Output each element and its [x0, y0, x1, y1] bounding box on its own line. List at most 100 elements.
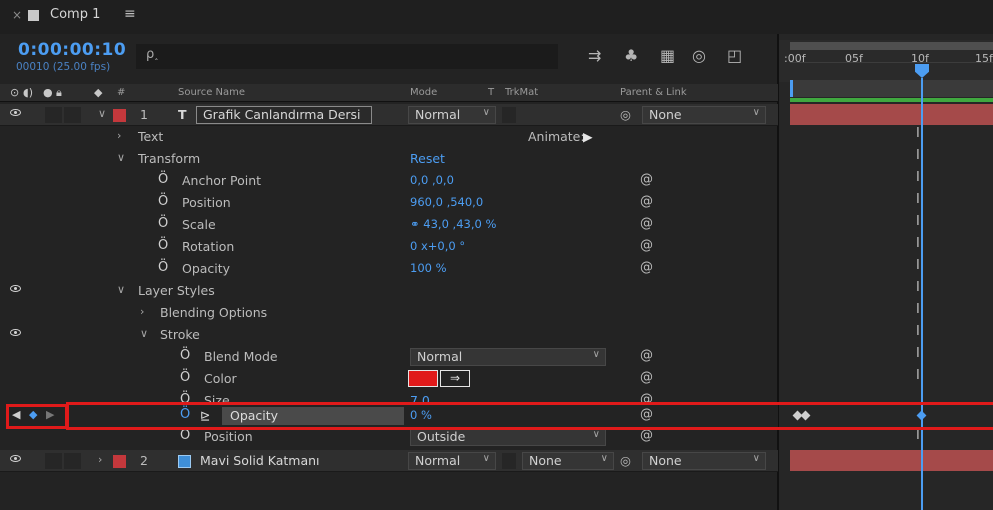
stopwatch-icon[interactable]: Ö [180, 348, 190, 363]
prop-row-position[interactable]: Ö Position 960,0 ,540,0 @ [0, 192, 778, 214]
trkmat-cell[interactable] [502, 453, 516, 469]
opacity-value[interactable]: 100 % [410, 261, 447, 275]
blend-mode-value: Normal [417, 349, 463, 364]
eyedropper-icon[interactable]: ⇒ [440, 370, 470, 387]
collapse-chevron-icon[interactable]: ∨ [140, 327, 148, 340]
prop-opacity-label: Opacity [182, 261, 231, 276]
stroke-position-dropdown[interactable]: Outside ∨ [410, 428, 606, 446]
prop-row-color[interactable]: Ö Color ⇒ @ [0, 368, 778, 390]
source-name-header[interactable]: Source Name [178, 87, 245, 98]
stopwatch-icon[interactable]: Ö [180, 392, 190, 402]
expand-chevron-icon[interactable]: › [140, 305, 144, 318]
lock-icon[interactable]: 🔒︎ [56, 86, 62, 100]
expand-chevron-icon[interactable]: › [98, 453, 102, 466]
visibility-eye-icon[interactable] [10, 285, 21, 292]
blend-mode-dropdown[interactable]: Normal ∨ [410, 348, 606, 366]
parent-dropdown[interactable]: None ∨ [642, 106, 766, 124]
stopwatch-icon[interactable]: Ö [158, 172, 168, 187]
trkmat-dropdown[interactable]: None ∨ [522, 452, 614, 470]
collapse-chevron-icon[interactable]: ∨ [117, 283, 125, 296]
prop-row-blending[interactable]: › Blending Options [0, 302, 778, 324]
layer-name[interactable]: Mavi Solid Katmanı [200, 453, 320, 468]
layer-search-input[interactable] [136, 44, 558, 69]
layer1-duration-bar[interactable] [790, 104, 993, 125]
mode-header[interactable]: Mode [410, 87, 437, 98]
work-area-bar[interactable] [790, 42, 993, 50]
layer2-duration-bar[interactable] [790, 450, 993, 471]
draft-3d-icon[interactable]: ◰ [727, 46, 742, 65]
time-navigator[interactable] [790, 80, 993, 97]
prop-row-opacity[interactable]: Ö Opacity 100 % @ [0, 258, 778, 280]
stroke-color-swatch[interactable] [408, 370, 438, 387]
reset-link[interactable]: Reset [410, 151, 445, 166]
frame-blending-icon[interactable]: ♣ [624, 46, 638, 65]
pickwhip-icon[interactable]: @ [640, 370, 653, 385]
pickwhip-icon[interactable]: @ [640, 260, 653, 275]
size-value[interactable]: 7,0 [410, 393, 430, 402]
comp-tab-title[interactable]: Comp 1 [50, 7, 100, 22]
rotation-value[interactable]: 0 x+0,0 ° [410, 239, 465, 253]
motion-blur-icon[interactable]: ▦ [660, 46, 675, 65]
pickwhip-icon[interactable]: ◎ [620, 453, 631, 468]
audio-toggle-icon[interactable]: ◖) [23, 86, 33, 99]
layer-name-field[interactable]: Grafik Canlandırma Dersi [196, 106, 372, 124]
pickwhip-icon[interactable]: @ [640, 238, 653, 253]
prop-row-transform[interactable]: ∨ Transform Reset [0, 148, 778, 170]
trkmat-header[interactable]: TrkMat [505, 87, 538, 98]
collapse-chevron-icon[interactable]: ∨ [117, 151, 125, 164]
animate-menu-icon[interactable]: ▶ [583, 129, 593, 144]
layer-row-2[interactable]: › 2 Mavi Solid Katmanı Normal ∨ None ∨ ◎ N… [0, 450, 778, 472]
scale-value[interactable]: ⚭ 43,0 ,43,0 % [410, 217, 496, 231]
prop-row-scale[interactable]: Ö Scale ⚭ 43,0 ,43,0 % @ [0, 214, 778, 236]
current-time-display[interactable]: 0:00:00:10 [18, 40, 126, 60]
anchor-value[interactable]: 0,0 ,0,0 [410, 173, 454, 187]
visibility-eye-icon[interactable] [10, 329, 21, 336]
prop-row-anchor[interactable]: Ö Anchor Point 0,0 ,0,0 @ [0, 170, 778, 192]
prop-row-stroke-position[interactable]: Ö Position Outside ∨ @ [0, 428, 778, 448]
mode-dropdown[interactable]: Normal ∨ [408, 452, 496, 470]
tab-menu-icon[interactable]: ≡ [124, 6, 136, 22]
stopwatch-icon[interactable]: Ö [180, 370, 190, 385]
solo-cell[interactable] [45, 107, 62, 123]
current-time-indicator[interactable] [921, 78, 923, 510]
mode-dropdown[interactable]: Normal ∨ [408, 106, 496, 124]
layer-row-1[interactable]: ∨ 1 T Grafik Canlandırma Dersi Normal ∨ ◎… [0, 104, 778, 126]
layer-label-color[interactable] [113, 455, 126, 468]
trkmat-cell[interactable] [502, 107, 516, 123]
expand-chevron-icon[interactable]: › [117, 129, 121, 142]
prop-row-size[interactable]: Ö Size 7,0 @ [0, 390, 778, 402]
pickwhip-icon[interactable]: @ [640, 428, 653, 443]
parent-dropdown[interactable]: None ∨ [642, 452, 766, 470]
visibility-eye-icon[interactable] [10, 455, 21, 462]
stopwatch-icon[interactable]: Ö [158, 238, 168, 253]
pickwhip-icon[interactable]: @ [640, 172, 653, 187]
prop-row-stroke[interactable]: ∨ Stroke [0, 324, 778, 346]
prop-row-layer-styles[interactable]: ∨ Layer Styles [0, 280, 778, 302]
graph-editor-icon[interactable]: ◎ [692, 46, 706, 65]
pickwhip-icon[interactable]: ◎ [620, 107, 631, 122]
stopwatch-icon[interactable]: Ö [180, 428, 190, 443]
close-tab-icon[interactable]: × [12, 8, 22, 22]
stopwatch-icon[interactable]: Ö [158, 216, 168, 231]
position-value[interactable]: 960,0 ,540,0 [410, 195, 483, 209]
label-icon[interactable]: ◆ [94, 86, 102, 99]
pickwhip-icon[interactable]: @ [640, 194, 653, 209]
prop-row-blend-mode[interactable]: Ö Blend Mode Normal ∨ @ [0, 346, 778, 368]
pickwhip-icon[interactable]: @ [640, 392, 653, 402]
parent-header[interactable]: Parent & Link [620, 87, 687, 98]
video-toggle-icon[interactable]: ⊙ [10, 86, 19, 99]
solo-cell[interactable] [45, 453, 62, 469]
layer-label-color[interactable] [113, 109, 126, 122]
stopwatch-icon[interactable]: Ö [158, 260, 168, 275]
prop-row-rotation[interactable]: Ö Rotation 0 x+0,0 ° @ [0, 236, 778, 258]
visibility-eye-icon[interactable] [10, 109, 21, 116]
lock-cell[interactable] [64, 107, 81, 123]
pickwhip-icon[interactable]: @ [640, 348, 653, 363]
prop-row-text[interactable]: › Text Animate: ▶ [0, 126, 778, 148]
stopwatch-icon[interactable]: Ö [158, 194, 168, 209]
shy-layers-icon[interactable]: ⇉ [588, 46, 601, 65]
collapse-chevron-icon[interactable]: ∨ [98, 107, 106, 120]
pickwhip-icon[interactable]: @ [640, 216, 653, 231]
lock-cell[interactable] [64, 453, 81, 469]
solo-icon[interactable]: ● [43, 86, 53, 99]
